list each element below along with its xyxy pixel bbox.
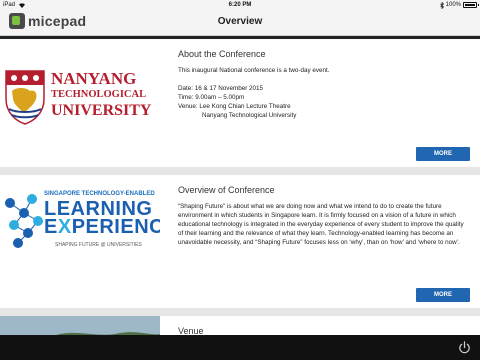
card-intro: This inaugural National conference is a … [178,67,330,74]
card-description: This inaugural National conference is a … [178,67,470,121]
ntu-wordmark: NANYANG TECHNOLOGICAL UNIVERSITY [51,69,152,119]
ntu-line-1: NANYANG [51,69,137,88]
bluetooth-icon [439,1,444,9]
status-time: 6:20 PM [228,2,252,8]
more-button[interactable]: MORE [416,147,470,161]
event-date: Date: 16 & 17 November 2015 [178,84,264,92]
ntu-crest-icon [5,70,45,125]
ntu-logo-image: NANYANG TECHNOLOGICAL UNIVERSITY [0,39,160,167]
content-list[interactable]: NANYANG TECHNOLOGICAL UNIVERSITY About t… [0,39,480,335]
power-icon[interactable] [457,340,472,355]
card-body: Venue [178,316,470,335]
bottom-toolbar [0,335,480,360]
more-button[interactable]: MORE [416,288,470,302]
battery-icon [463,2,479,8]
card-venue: Venue [0,316,480,335]
network-people-icon [5,194,43,248]
ntu-line-2: TECHNOLOGICAL [51,89,147,100]
card-body: Overview of Conference “Shaping Future” … [178,175,470,308]
learning-experience-image: SINGAPORE TECHNOLOGY-ENABLED LEARNING EX… [0,175,160,308]
ntu-line-3: UNIVERSITY [51,102,152,119]
card-about-conference: NANYANG TECHNOLOGICAL UNIVERSITY About t… [0,39,480,167]
lx-line-2: EXPERIENCE [44,216,160,238]
battery-percent: 100% [445,2,461,8]
card-body: About the Conference This inaugural Nati… [178,39,470,167]
status-bar: iPad 6:20 PM 100% [0,0,480,10]
card-title: Overview of Conference [178,185,275,195]
event-venue: Venue: Lee Kong Chian Lecture Theatre [178,102,291,110]
lx-tagline: SINGAPORE TECHNOLOGY-ENABLED [44,191,155,197]
learning-experience-logo: SINGAPORE TECHNOLOGY-ENABLED LEARNING EX… [0,185,160,269]
ntu-logo: NANYANG TECHNOLOGICAL UNIVERSITY [4,69,160,127]
card-description: “Shaping Future” is about what we are do… [178,203,464,246]
event-time: Time: 9.00am – 5.00pm [178,93,245,101]
page-title: Overview [217,16,263,27]
card-title: Venue [178,326,204,335]
event-venue-2: Nanyang Technological University [202,111,297,119]
venue-photo-icon [0,316,160,335]
nav-bar: micepad Overview [0,10,480,36]
card-overview-conference: SINGAPORE TECHNOLOGY-ENABLED LEARNING EX… [0,175,480,308]
lx-subtitle: SHAPING FUTURE @ UNIVERSITIES [55,242,142,248]
venue-image [0,316,160,335]
card-title: About the Conference [178,49,266,59]
